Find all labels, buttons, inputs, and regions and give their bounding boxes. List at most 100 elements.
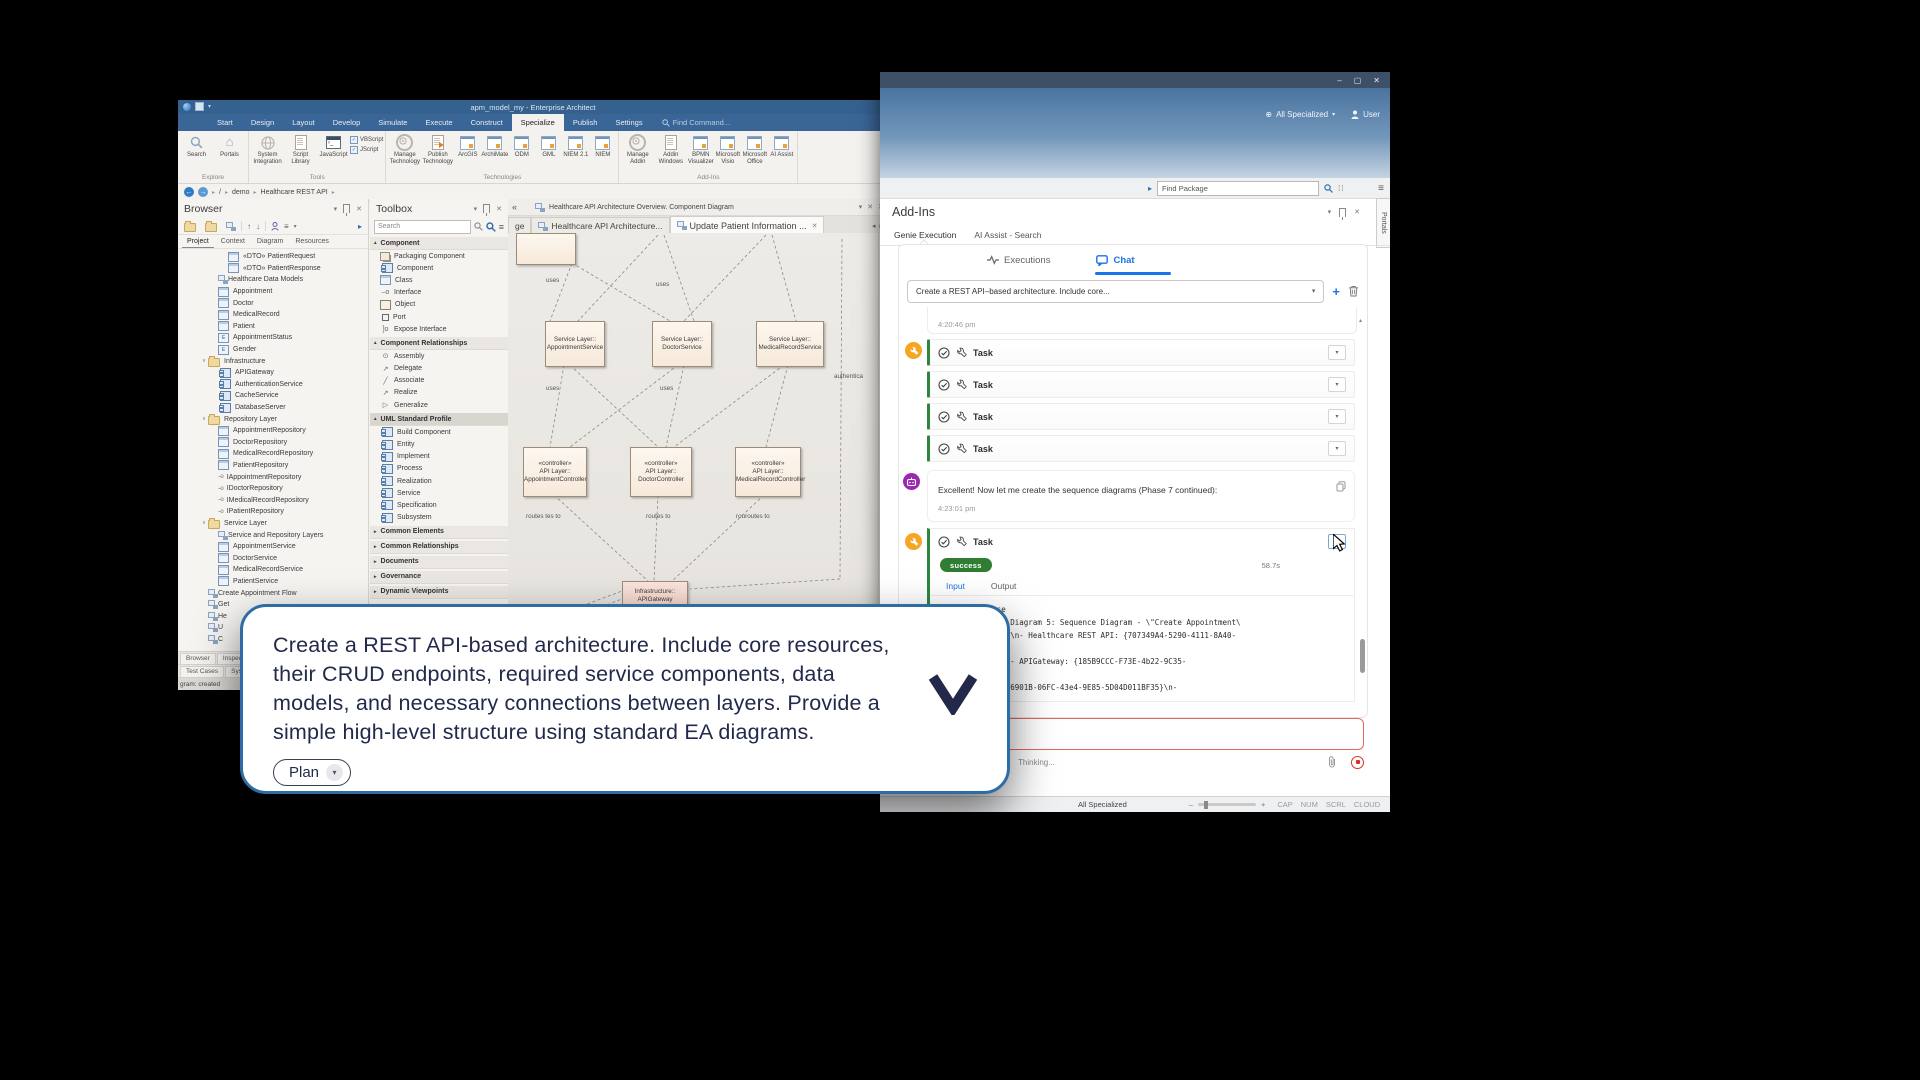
check-item-vbscript[interactable]: ✓VBScript <box>350 136 383 144</box>
toolbox-item[interactable]: Packaging Component <box>370 250 508 262</box>
browser-tab-diagram[interactable]: Diagram <box>252 235 288 248</box>
expand-task-button[interactable]: ▾ <box>1328 345 1346 360</box>
task-row[interactable]: Task▾ <box>927 435 1355 462</box>
toolbox-item[interactable]: Implement <box>370 451 508 463</box>
perspective-selector[interactable]: ⊕ All Specialized ▾ <box>1265 110 1335 119</box>
tree-item[interactable]: Patient <box>178 321 368 333</box>
open-package-icon[interactable] <box>205 223 217 232</box>
dock-tab[interactable]: Browser <box>180 653 216 664</box>
ribbon-tab-construct[interactable]: Construct <box>462 114 512 131</box>
panel-close-icon[interactable]: ✕ <box>496 205 502 213</box>
tree-item[interactable]: ∨Service Layer <box>178 518 368 530</box>
toolbox-item[interactable]: Service <box>370 487 508 499</box>
tab-input[interactable]: Input <box>946 581 965 591</box>
toolbox-section-component[interactable]: ▴Component <box>370 237 508 250</box>
tab-chat[interactable]: Chat <box>1096 255 1134 266</box>
toolbox-item[interactable]: Object <box>370 299 508 311</box>
tree-item[interactable]: Appointment <box>178 286 368 298</box>
ribbon-button-manage-addin[interactable]: Manage Addin <box>621 133 654 166</box>
breadcrumb-item[interactable]: / <box>219 189 221 196</box>
toolbox-item[interactable]: ↗Realize <box>370 387 508 399</box>
tree-item[interactable]: DoctorService <box>178 552 368 564</box>
task-row[interactable]: Task▾ <box>927 403 1355 430</box>
toolbox-item[interactable]: –oInterface <box>370 287 508 299</box>
save-icon[interactable] <box>195 102 204 111</box>
toolbox-section-governance[interactable]: ▸Governance <box>370 571 508 584</box>
zoom-in-icon[interactable]: + <box>1261 800 1265 809</box>
dock-tab[interactable]: Test Cases <box>180 666 224 677</box>
stop-button[interactable] <box>1351 756 1364 769</box>
hamburger-icon[interactable]: ≡ <box>284 222 289 231</box>
ribbon-button-script-library[interactable]: Script Library <box>284 133 317 166</box>
find-package-input[interactable]: Find Package <box>1157 181 1319 196</box>
browser-tab-project[interactable]: Project <box>182 235 214 248</box>
tree-item[interactable]: –oIPatientRepository <box>178 506 368 518</box>
user-icon[interactable] <box>271 222 279 231</box>
copy-icon[interactable] <box>1336 481 1346 492</box>
forward-icon[interactable]: → <box>198 187 208 197</box>
tree-item[interactable]: CacheService <box>178 390 368 402</box>
tree-item[interactable]: Doctor <box>178 297 368 309</box>
hamburger-icon[interactable]: ≡ <box>1378 183 1384 194</box>
ribbon-tab-specialize[interactable]: Specialize <box>512 114 564 131</box>
tree-item[interactable]: DatabaseServer <box>178 402 368 414</box>
panel-nav-arrow-icon[interactable]: ▸ <box>358 222 362 231</box>
zoom-out-icon[interactable]: – <box>1189 800 1193 809</box>
search-blue-icon[interactable] <box>486 222 496 232</box>
toolbox-item[interactable]: ⊙Assembly <box>370 350 508 362</box>
tree-item[interactable]: «DTO» PatientResponse <box>178 263 368 275</box>
ribbon-button-microsoft-visio[interactable]: Microsoft Visio <box>714 133 741 166</box>
ribbon-button-javascript[interactable]: JavaScript <box>317 133 350 159</box>
tree-item[interactable]: ∨Infrastructure <box>178 355 368 367</box>
ribbon-button-publish-technology[interactable]: Publish Technology <box>421 133 454 166</box>
chat-scrollbar[interactable]: ▴ <box>1359 321 1366 711</box>
zoom-slider-thumb[interactable] <box>1204 801 1208 809</box>
minimize-icon[interactable]: – <box>1337 76 1341 85</box>
quick-access-toolbar[interactable]: ▾ <box>183 102 211 111</box>
diagram-node[interactable]: Service Layer::DoctorService <box>652 321 712 367</box>
header-dropdown-icon[interactable]: ▾ <box>859 203 863 211</box>
panel-close-icon[interactable]: ✕ <box>1354 208 1360 216</box>
toolbox-item[interactable]: Build Component <box>370 426 508 438</box>
tree-item[interactable]: EAppointmentStatus <box>178 332 368 344</box>
panel-dropdown-icon[interactable]: ▾ <box>1328 208 1332 216</box>
close-icon[interactable]: ✕ <box>1373 76 1380 85</box>
breadcrumb-item[interactable]: demo <box>232 189 250 196</box>
toolbox-section-uml-standard-profile[interactable]: ▴UML Standard Profile <box>370 413 508 426</box>
ribbon-button-niem[interactable]: NIEM <box>589 133 616 159</box>
expander-icon[interactable]: ∨ <box>200 358 208 364</box>
tree-item[interactable]: –oIMedicalRecordRepository <box>178 494 368 506</box>
move-down-icon[interactable]: ↓ <box>256 222 260 231</box>
browser-tab-context[interactable]: Context <box>216 235 250 248</box>
maximize-icon[interactable]: ▢ <box>1354 76 1362 85</box>
browser-tab-resources[interactable]: Resources <box>290 235 333 248</box>
ribbon-tab-execute[interactable]: Execute <box>416 114 461 131</box>
ribbon-tab-settings[interactable]: Settings <box>606 114 651 131</box>
tree-item[interactable]: «DTO» PatientRequest <box>178 251 368 263</box>
tree-item[interactable]: –oIAppointmentRepository <box>178 471 368 483</box>
toolbox-search-input[interactable]: Search <box>374 220 471 234</box>
panel-dropdown-icon[interactable]: ▾ <box>334 205 338 213</box>
expand-task-button[interactable]: ▾ <box>1328 377 1346 392</box>
diagram-node[interactable] <box>516 233 576 265</box>
tree-item[interactable]: DoctorRepository <box>178 437 368 449</box>
new-package-icon[interactable] <box>184 223 196 232</box>
toolbox-item[interactable]: Realization <box>370 475 508 487</box>
toolbox-item[interactable]: Port <box>370 311 508 323</box>
ribbon-button-system-integration[interactable]: System Integration <box>251 133 284 166</box>
tree-item[interactable]: Healthcare Data Models <box>178 274 368 286</box>
user-menu[interactable]: User <box>1351 110 1380 119</box>
tab-executions[interactable]: Executions <box>987 255 1050 266</box>
ribbon-button-search[interactable]: Search <box>180 133 213 159</box>
toolbox-item[interactable]: Process <box>370 463 508 475</box>
tree-item[interactable]: APIGateway <box>178 367 368 379</box>
panel-close-icon[interactable]: ✕ <box>356 205 362 213</box>
toolbox-section-common-relationships[interactable]: ▸Common Relationships <box>370 541 508 554</box>
ribbon-button-odm[interactable]: ODM <box>508 133 535 159</box>
tree-item[interactable]: Create Appointment Flow <box>178 587 368 599</box>
trash-icon[interactable] <box>1348 285 1359 297</box>
expander-icon[interactable]: ∨ <box>200 520 208 526</box>
scroll-thumb[interactable] <box>1360 639 1365 673</box>
search-icon[interactable] <box>474 222 483 231</box>
collapse-left-icon[interactable]: « <box>512 202 517 212</box>
